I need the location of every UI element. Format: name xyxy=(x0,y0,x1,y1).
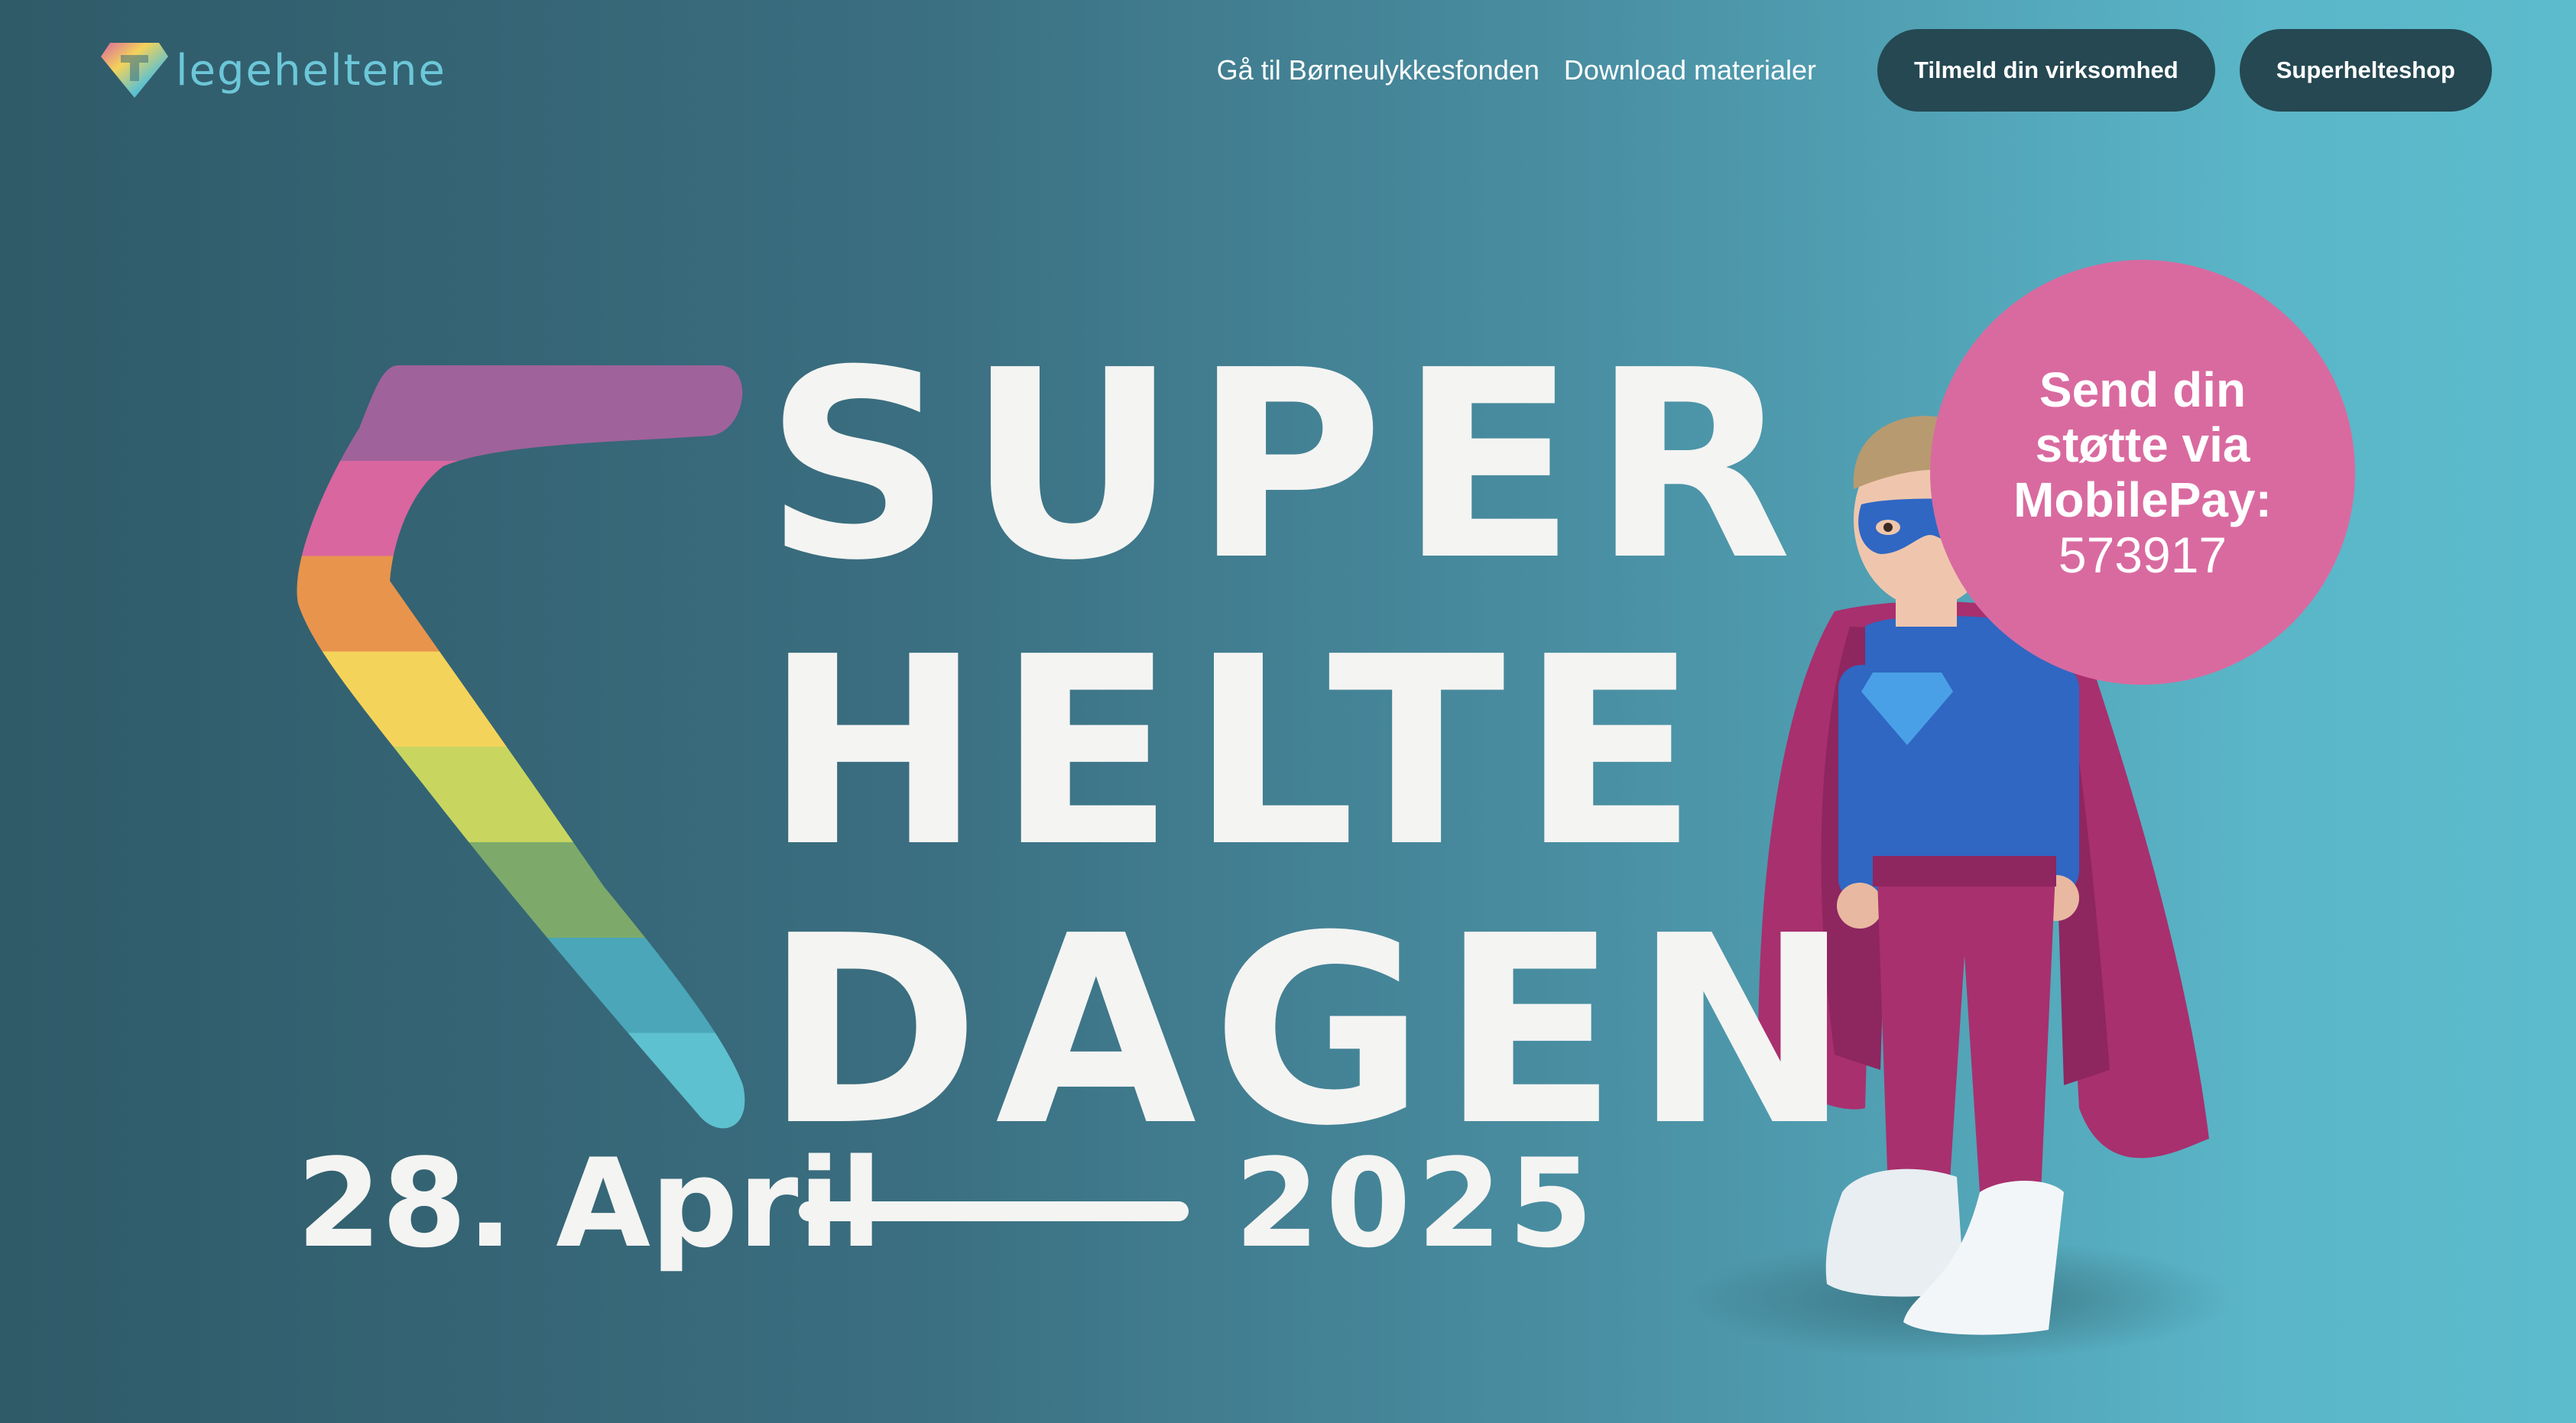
mobilepay-support-bubble: Send din støtte via MobilePay: 573917 xyxy=(1930,260,2355,685)
bubble-line-2: støtte via xyxy=(2035,417,2250,472)
date-divider xyxy=(799,1201,1189,1221)
hero-title-line-3: DAGEN xyxy=(764,880,1867,1183)
mobilepay-number: 573917 xyxy=(2058,527,2227,583)
hero-title-line-2: HELTE xyxy=(764,601,1714,904)
event-date: 28. April xyxy=(297,1132,883,1275)
event-year: 2025 xyxy=(1234,1132,1600,1275)
bubble-line-1: Send din xyxy=(2039,362,2247,417)
bubble-line-3: MobilePay: xyxy=(2013,472,2272,527)
rainbow-boomerang xyxy=(297,365,745,1129)
hero-title-line-1: SUPER xyxy=(764,315,1808,617)
